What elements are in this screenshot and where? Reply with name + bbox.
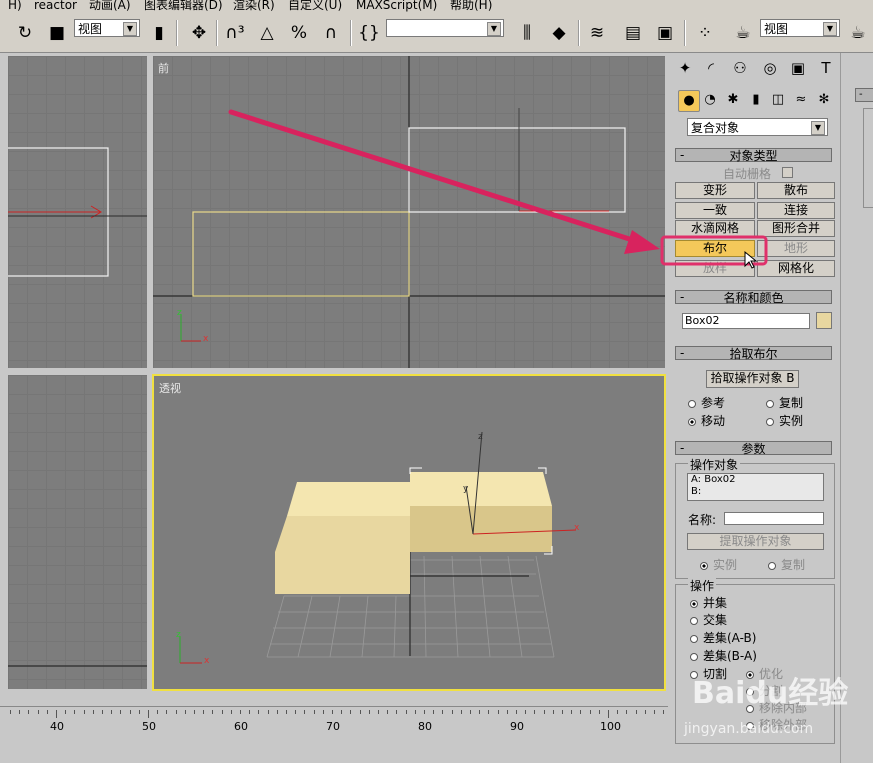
annotation-overlay (228, 109, 768, 269)
annotation-arrow-head (624, 230, 660, 254)
mouse-cursor-icon (744, 250, 758, 269)
annotation-arrow-line (228, 109, 645, 246)
